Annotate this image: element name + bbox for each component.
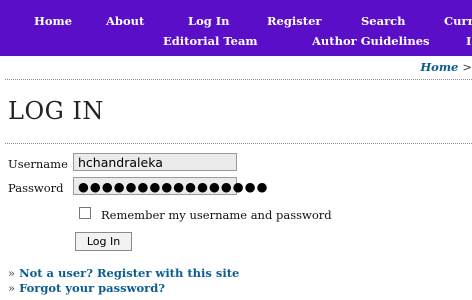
breadcrumb-separator: > [462, 60, 472, 74]
nav-item-author-guidelines[interactable]: Author Guidelines [312, 34, 430, 48]
breadcrumb: Home > [420, 60, 472, 74]
nav-item-truncated[interactable]: I [466, 34, 471, 48]
nav-item-editorial-team[interactable]: Editorial Team [163, 34, 258, 48]
password-label: Password [8, 181, 64, 195]
username-label: Username [8, 157, 68, 171]
forgot-password-link[interactable]: Forgot your password? [19, 281, 165, 295]
nav-item-home[interactable]: Home [34, 14, 72, 28]
arrow-icon: » [8, 266, 16, 280]
arrow-icon: » [8, 281, 16, 295]
nav-item-register[interactable]: Register [267, 14, 321, 28]
nav-item-about[interactable]: About [106, 14, 144, 28]
nav-item-current[interactable]: Curr [444, 14, 472, 28]
username-input[interactable]: hchandraleka [73, 153, 237, 171]
register-link-row: » Not a user? Register with this site [8, 266, 239, 280]
forgot-link-row: » Forgot your password? [8, 281, 165, 295]
password-input[interactable]: ●●●●●●●●●●●●●●●● [73, 177, 268, 195]
remember-label: Remember my username and password [101, 208, 332, 222]
nav-row-secondary: Editorial Team Author Guidelines I [0, 28, 472, 50]
page-title: LOG IN [8, 97, 104, 125]
breadcrumb-home-link[interactable]: Home [420, 60, 458, 74]
divider-title [5, 143, 472, 144]
register-link[interactable]: Not a user? Register with this site [19, 266, 239, 280]
remember-checkbox[interactable] [79, 207, 91, 219]
nav-item-log-in[interactable]: Log In [188, 14, 230, 28]
divider-top [5, 79, 472, 80]
nav-row-primary: Home About Log In Register Search Curr [0, 8, 472, 30]
log-in-button[interactable]: Log In [75, 232, 132, 251]
nav-item-search[interactable]: Search [361, 14, 406, 28]
top-navigation: Home About Log In Register Search Curr E… [0, 0, 472, 56]
